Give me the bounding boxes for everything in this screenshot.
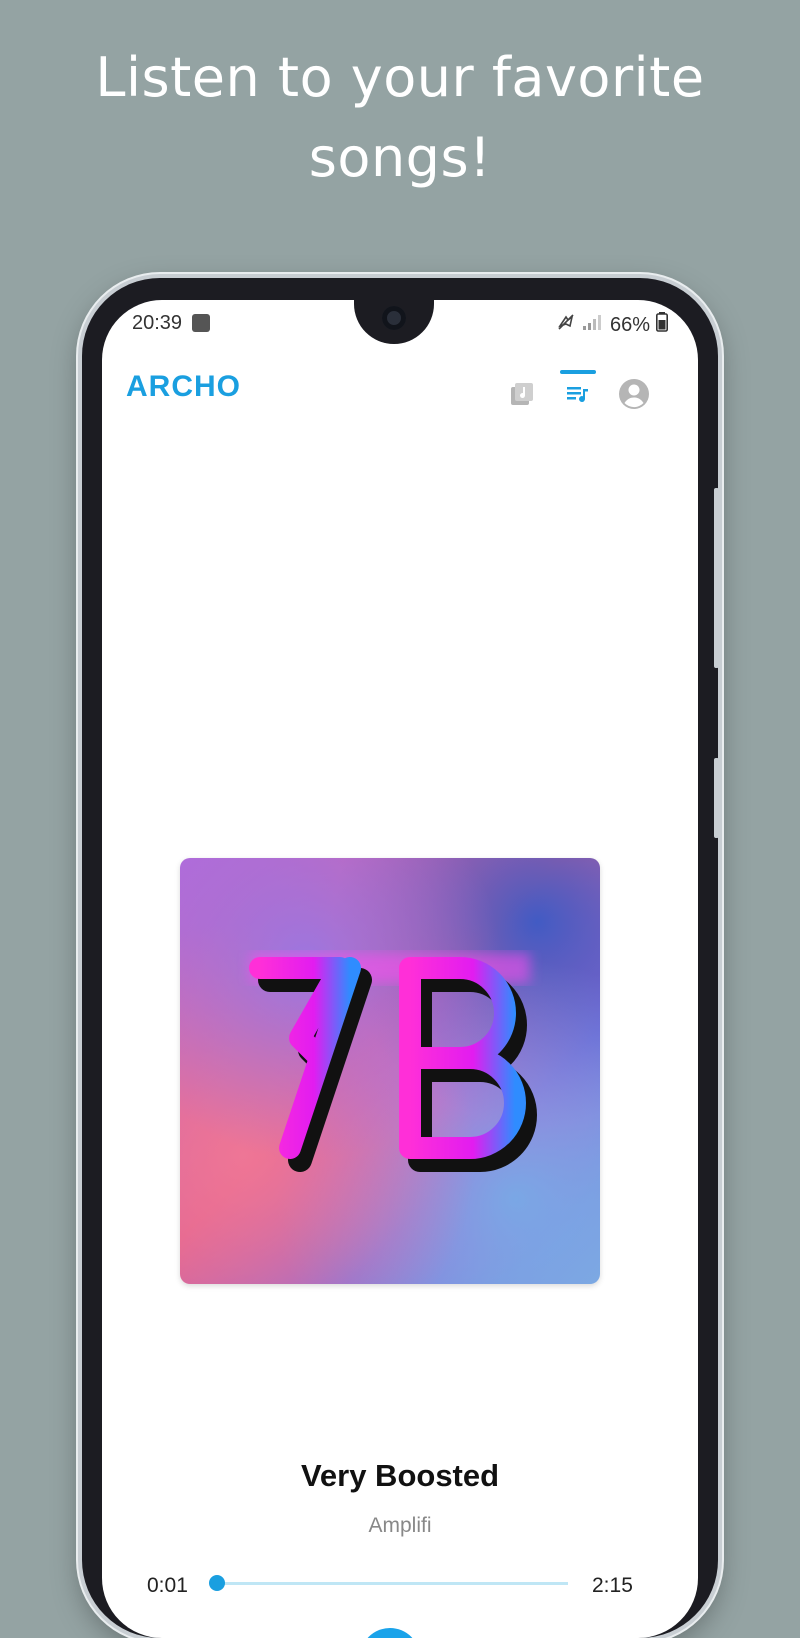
elapsed-time: 0:01 — [147, 1574, 188, 1597]
queue-icon[interactable] — [560, 370, 596, 412]
app-logo: ARCHO — [126, 370, 241, 403]
phone-frame: 20:39 66% ARCHO Very Boosted Amplifi 0:0… — [82, 278, 719, 1638]
library-icon[interactable] — [504, 376, 540, 412]
album-art — [180, 858, 600, 1284]
previous-button[interactable] — [286, 1628, 346, 1638]
track-artist: Amplifi — [368, 1514, 432, 1537]
battery-percent: 66% — [609, 313, 650, 336]
play-button[interactable] — [360, 1628, 420, 1638]
phone-screen: 20:39 66% ARCHO Very Boosted Amplifi 0:0… — [102, 300, 698, 1638]
shuffle-button[interactable] — [504, 1628, 564, 1638]
seek-bar[interactable] — [208, 1575, 568, 1591]
notification-icon — [192, 314, 210, 332]
battery-icon — [656, 312, 668, 338]
album-logo-graphic — [249, 953, 537, 1172]
seek-bar-thumb[interactable] — [208, 1575, 225, 1591]
total-duration: 2:15 — [592, 1574, 633, 1597]
promo-headline: Listen to your favorite songs! — [0, 38, 800, 198]
track-title: Very Boosted — [300, 1458, 500, 1493]
status-bar: 20:39 66% — [102, 310, 698, 342]
promo-headline-line1: Listen to your favorite — [95, 46, 705, 109]
power-button — [714, 758, 719, 838]
active-tab-indicator — [560, 370, 596, 374]
repeat-button[interactable] — [216, 1628, 276, 1638]
mute-icon — [556, 312, 576, 338]
signal-icon — [582, 313, 604, 337]
next-button[interactable] — [434, 1628, 494, 1638]
volume-button — [714, 488, 719, 668]
status-time: 20:39 — [132, 312, 183, 334]
account-icon[interactable] — [616, 376, 652, 412]
promo-headline-line2: songs! — [308, 126, 492, 189]
app-bar: ARCHO — [102, 362, 698, 432]
